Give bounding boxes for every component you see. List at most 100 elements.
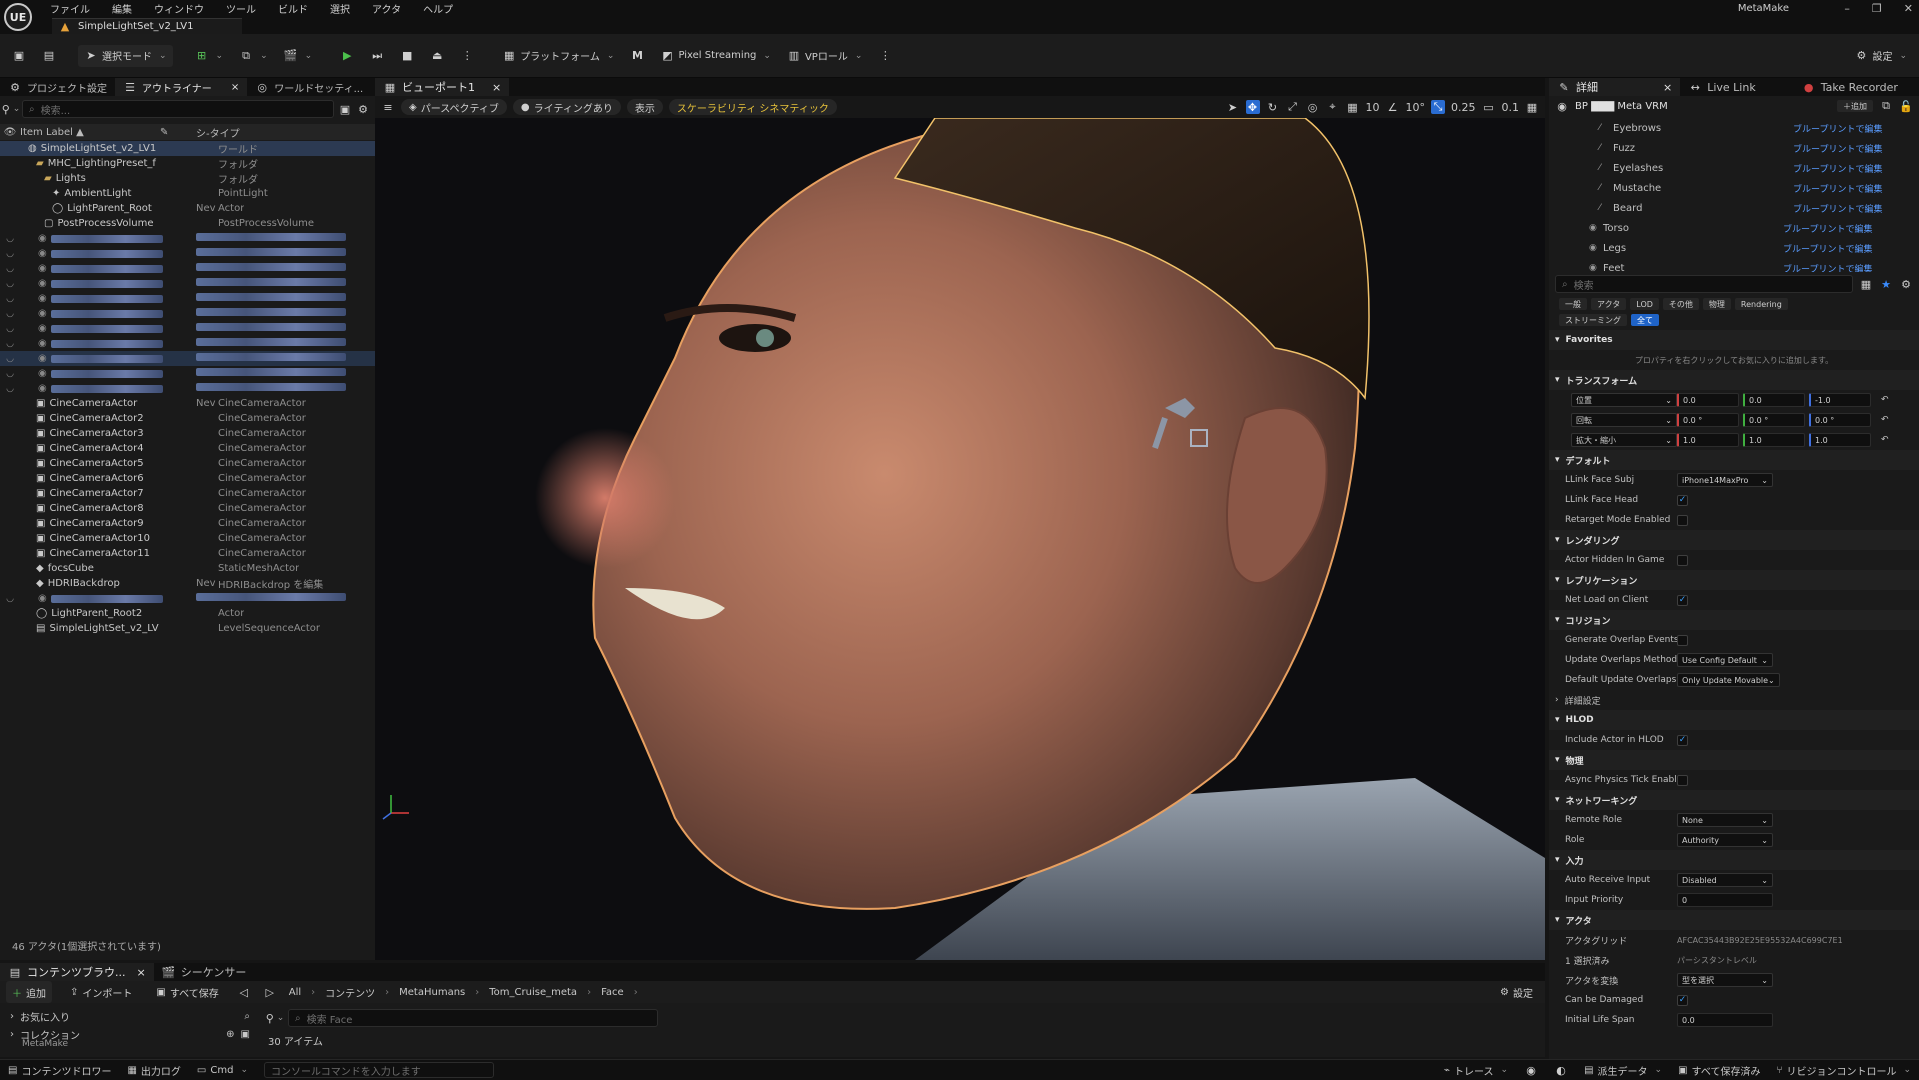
menu-item[interactable]: 選択	[330, 1, 350, 16]
menu-item[interactable]: ファイル	[50, 1, 90, 16]
edit-in-blueprint-link[interactable]: ブループリントで編集	[1793, 142, 1882, 155]
outliner-row[interactable]: ▤ SimpleLightSet_v2_LV LevelSequenceActor	[0, 621, 375, 636]
property-checkbox[interactable]: ✓	[1677, 494, 1688, 506]
transform-mode-dropdown[interactable]: 位置 ⌄	[1571, 393, 1677, 407]
outliner-row[interactable]: ◆ HDRIBackdrop Nev HDRIBackdrop を編集	[0, 576, 375, 591]
property-dropdown[interactable]: Authority ⌄	[1677, 833, 1773, 847]
outliner-row[interactable]: ◡ ◉	[0, 366, 375, 381]
subsection-label[interactable]: 詳細設定	[1565, 694, 1601, 707]
scale-snap-value[interactable]: 0.25	[1451, 101, 1476, 114]
settings-dropdown[interactable]: ⚙ 設定	[1848, 45, 1913, 67]
surface-snap-icon[interactable]: ⌖	[1326, 100, 1340, 114]
property-number[interactable]: 0.0	[1677, 1013, 1773, 1027]
close-icon[interactable]: ✕	[1904, 2, 1913, 15]
edit-in-blueprint-link[interactable]: ブループリントで編集	[1783, 242, 1872, 255]
transform-value-x[interactable]: 0.0 °	[1677, 413, 1739, 427]
transform-mode-dropdown[interactable]: 回転 ⌄	[1571, 413, 1677, 427]
play-button[interactable]: ▶	[334, 45, 360, 67]
menu-item[interactable]: ウィンドウ	[154, 1, 204, 16]
add-component-button[interactable]: ＋追加	[1837, 100, 1873, 112]
viewport-canvas[interactable]	[375, 118, 1545, 960]
outliner-row[interactable]: ◡ ◉	[0, 351, 375, 366]
metamake-folder[interactable]: MetaMake	[22, 1039, 68, 1049]
edit-in-blueprint-link[interactable]: ブループリントで編集	[1793, 122, 1882, 135]
breadcrumb-item[interactable]: Tom_Cruise_meta	[489, 987, 577, 998]
outliner-row[interactable]: ◯ LightParent_Root Nev Actor	[0, 201, 375, 216]
metahuman-button[interactable]: M	[624, 45, 650, 67]
visibility-icon[interactable]: ◡	[0, 234, 20, 244]
outliner-row[interactable]: ▰ MHC_LightingPreset_f フォルダ	[0, 156, 375, 171]
breadcrumb-item[interactable]: All	[289, 987, 301, 998]
filter-tab[interactable]: 一般	[1559, 298, 1587, 310]
tab-project-settings[interactable]: ⚙ プロジェクト設定	[0, 78, 115, 96]
outliner-row[interactable]: ◡ ◉	[0, 261, 375, 276]
outliner-search-input[interactable]: ⌕ 検索...	[22, 100, 334, 118]
component-row[interactable]: ⁄ Eyelashes ブループリントで編集	[1549, 158, 1919, 178]
outliner-row[interactable]: ◡ ◉	[0, 591, 375, 606]
outliner-row[interactable]: ▣ CineCameraActor2 CineCameraActor	[0, 411, 375, 426]
outliner-row[interactable]: ▣ CineCameraActor Nev CineCameraActor	[0, 396, 375, 411]
scalability-button[interactable]: スケーラビリティ シネマティック	[668, 99, 837, 115]
scale-tool-icon[interactable]: ⤢	[1286, 100, 1300, 114]
select-mode-dropdown[interactable]: ➤ 選択モード	[78, 44, 173, 67]
menu-item[interactable]: 編集	[112, 1, 132, 16]
lock-icon[interactable]: 🔓	[1899, 99, 1913, 113]
details-section[interactable]: ▾ 入力	[1549, 850, 1919, 870]
transform-section[interactable]: ▾ トランスフォーム	[1549, 370, 1919, 390]
outliner-row[interactable]: ▣ CineCameraActor11 CineCameraActor	[0, 546, 375, 561]
edit-in-blueprint-link[interactable]: ブループリントで編集	[1793, 182, 1882, 195]
transform-value-z[interactable]: 1.0	[1809, 433, 1871, 447]
history-back-icon[interactable]: ◁	[237, 985, 251, 999]
visibility-icon[interactable]: ◡	[0, 294, 20, 304]
breadcrumb-item[interactable]: Face	[601, 987, 624, 998]
toolbar-more-button[interactable]: ⋮	[872, 45, 898, 67]
platform-dropdown[interactable]: ▦ プラットフォーム	[496, 45, 620, 67]
reset-icon[interactable]: ↶	[1881, 395, 1889, 405]
outliner-row[interactable]: ◯ LightParent_Root2 Actor	[0, 606, 375, 621]
show-button[interactable]: 表示	[626, 99, 663, 115]
outliner-row[interactable]: ▣ CineCameraActor6 CineCameraActor	[0, 471, 375, 486]
outliner-row[interactable]: ◡ ◉	[0, 381, 375, 396]
edit-in-blueprint-link[interactable]: ブループリントで編集	[1783, 222, 1872, 235]
rotate-tool-icon[interactable]: ↻	[1266, 100, 1280, 114]
perspective-button[interactable]: ◈ パースペクティブ	[401, 99, 507, 115]
hamburger-icon[interactable]: ≡	[381, 100, 395, 114]
grid-snap-icon[interactable]: ▦	[1346, 100, 1360, 114]
visibility-icon[interactable]: ◡	[0, 594, 20, 604]
collection-icon[interactable]: ▣	[241, 1029, 250, 1040]
filter-tab[interactable]: LOD	[1630, 298, 1659, 310]
save-all-button[interactable]: ▣ すべて保存	[150, 981, 224, 1003]
transform-value-z[interactable]: 0.0 °	[1809, 413, 1871, 427]
outliner-row[interactable]: ▣ CineCameraActor10 CineCameraActor	[0, 531, 375, 546]
menu-item[interactable]: ビルド	[278, 1, 308, 16]
outliner-row[interactable]: ◡ ◉	[0, 246, 375, 261]
property-dropdown[interactable]: 型を選択 ⌄	[1677, 973, 1773, 987]
blueprint-button[interactable]: ⧉	[233, 45, 274, 67]
gear-icon[interactable]: ⚙	[356, 102, 370, 116]
play-options-button[interactable]: ⋮	[454, 45, 480, 67]
transform-value-y[interactable]: 0.0	[1743, 393, 1805, 407]
console-input[interactable]: コンソールコマンドを入力します	[263, 1062, 494, 1078]
details-section[interactable]: ▾ レンダリング	[1549, 530, 1919, 550]
filter-icon[interactable]: ⚲	[266, 1011, 282, 1025]
record-icon[interactable]: ◉	[1524, 1063, 1538, 1077]
property-dropdown[interactable]: Use Config Default ⌄	[1677, 653, 1773, 667]
content-search-input[interactable]: ⌕ 検索 Face	[288, 1009, 658, 1027]
menu-item[interactable]: ツール	[226, 1, 256, 16]
property-checkbox[interactable]	[1677, 774, 1688, 786]
eject-button[interactable]: ⏏	[424, 45, 450, 67]
details-section[interactable]: ▾ アクタ	[1549, 910, 1919, 930]
visibility-icon[interactable]: ◡	[0, 384, 20, 394]
property-number[interactable]: 0	[1677, 893, 1773, 907]
transform-value-x[interactable]: 1.0	[1677, 433, 1739, 447]
details-section[interactable]: ▾ デフォルト	[1549, 450, 1919, 470]
outliner-row[interactable]: ▣ CineCameraActor7 CineCameraActor	[0, 486, 375, 501]
details-section[interactable]: ▾ レプリケーション	[1549, 570, 1919, 590]
details-section[interactable]: ▾ 物理	[1549, 750, 1919, 770]
stop-button[interactable]: ■	[394, 45, 420, 67]
output-log-button[interactable]: ▦ 出力ログ	[127, 1063, 180, 1078]
save-status-button[interactable]: ▣ すべて保存済み	[1678, 1063, 1760, 1078]
derived-data-dropdown[interactable]: ▤ 派生データ	[1584, 1063, 1662, 1078]
details-search-input[interactable]: ⌕ 検索	[1555, 275, 1853, 293]
filter-icon[interactable]: ⚲	[2, 102, 18, 116]
